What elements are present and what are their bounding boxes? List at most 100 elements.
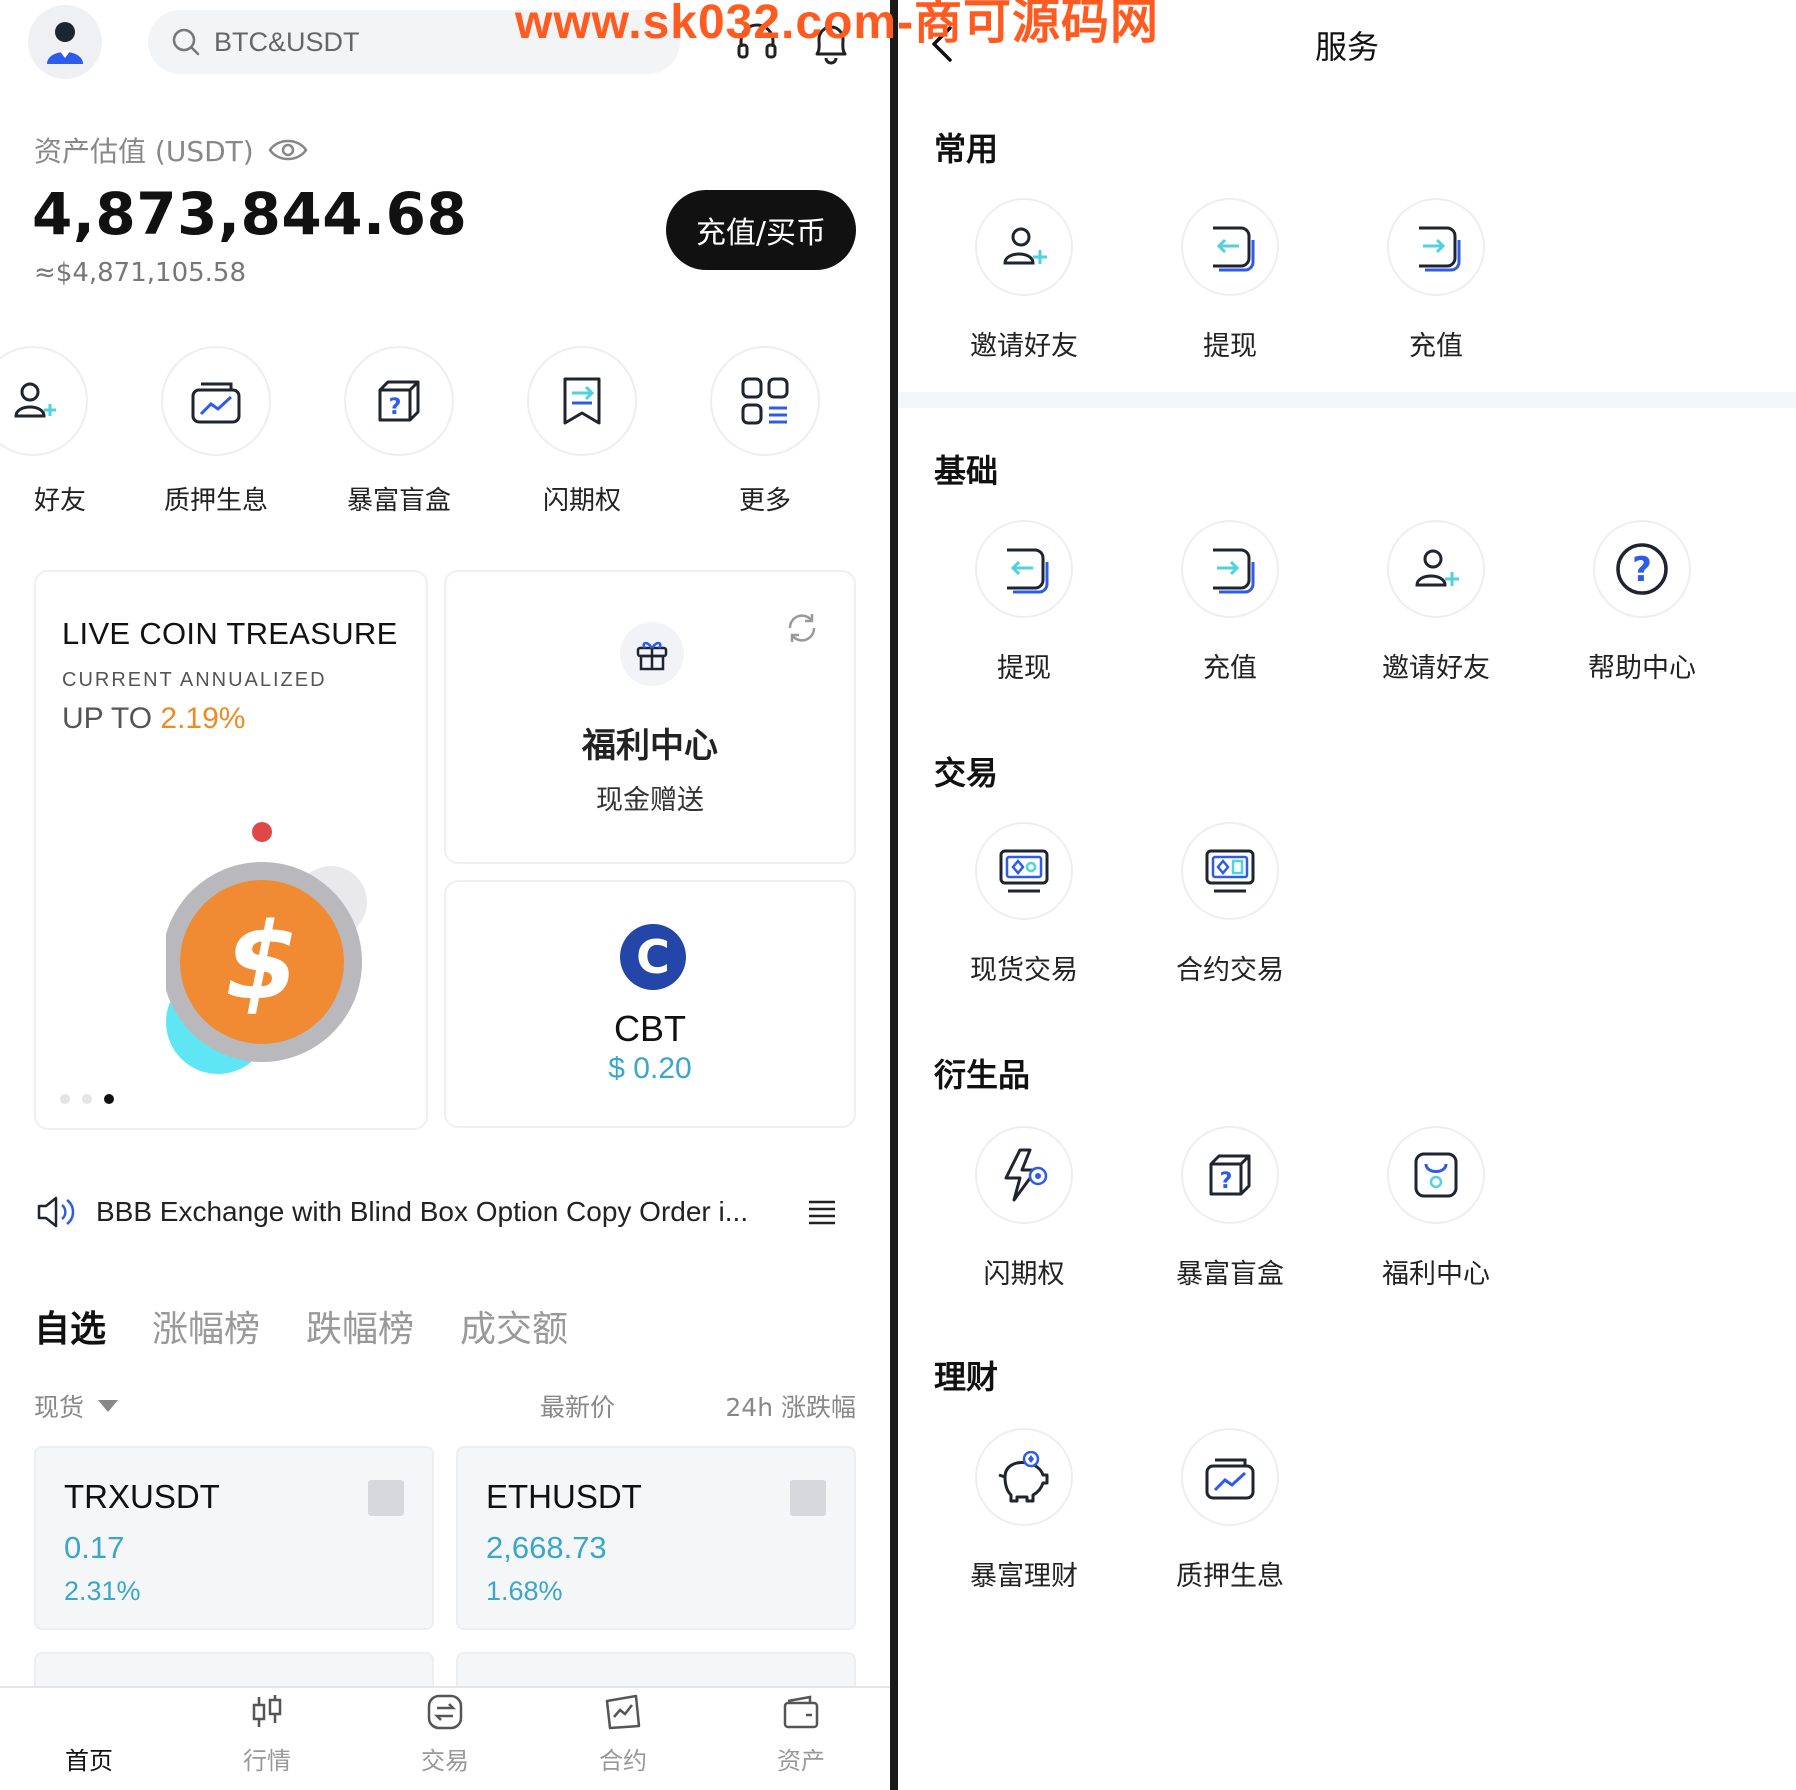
coin-symbol: CBT xyxy=(614,1008,686,1049)
carousel-dot xyxy=(82,1094,92,1104)
contract-chart-icon xyxy=(605,1694,641,1730)
gift-icon-wrap xyxy=(620,622,684,686)
invite-friend-icon xyxy=(14,382,56,418)
nav-market[interactable]: 行情 xyxy=(178,1688,356,1790)
market-symbol: TRXUSDT xyxy=(64,1478,220,1515)
panel-divider xyxy=(890,0,898,1790)
search-placeholder: BTC&USDT xyxy=(214,26,360,57)
service-invite-friends[interactable]: 邀请好友 xyxy=(934,198,1114,363)
favorite-checkbox[interactable] xyxy=(790,1480,826,1516)
invite-friend-icon xyxy=(1003,227,1047,265)
service-label: 福利中心 xyxy=(1382,1259,1490,1290)
section-title-derivatives: 衍生品 xyxy=(934,1056,1031,1094)
service-circle xyxy=(975,1126,1073,1224)
tab-losers[interactable]: 跌幅榜 xyxy=(306,1300,414,1352)
service-invite-friends[interactable]: 邀请好友 xyxy=(1346,520,1526,685)
market-type-label: 现货 xyxy=(34,1393,85,1422)
eye-icon[interactable] xyxy=(268,136,308,164)
nav-contract-label: 合约 xyxy=(599,1747,647,1775)
gift-icon xyxy=(636,641,668,671)
avatar[interactable] xyxy=(28,5,102,79)
service-circle xyxy=(1181,1428,1279,1526)
welfare-title: 福利中心 xyxy=(582,726,718,766)
invite-friend-icon xyxy=(1415,549,1459,587)
service-circle xyxy=(975,1428,1073,1526)
more-grid-icon xyxy=(741,377,789,425)
quick-action-label: 更多 xyxy=(738,486,791,516)
service-circle xyxy=(1387,520,1485,618)
section-separator xyxy=(898,392,1796,408)
quick-action-circle xyxy=(527,346,637,456)
nav-assets[interactable]: 资产 xyxy=(712,1688,890,1790)
service-wealth-management[interactable]: 暴富理财 xyxy=(934,1428,1114,1593)
deposit-buy-button[interactable]: 充值/买币 xyxy=(666,190,856,270)
asset-approx-usd: ≈$4,871,105.58 xyxy=(34,258,246,288)
tab-favorites[interactable]: 自选 xyxy=(34,1300,106,1352)
quick-action-circle xyxy=(161,346,271,456)
withdraw-icon xyxy=(1213,226,1255,272)
service-flash-option[interactable]: 闪期权 xyxy=(934,1126,1114,1291)
service-help-center[interactable]: ? 帮助中心 xyxy=(1552,520,1732,685)
welfare-bag-icon xyxy=(1414,1152,1458,1198)
welfare-subtitle: 现金赠送 xyxy=(596,785,704,816)
quick-action-label: 暴富盲盒 xyxy=(346,486,451,516)
service-label: 合约交易 xyxy=(1176,955,1284,986)
announcement-bar[interactable]: BBB Exchange with Blind Box Option Copy … xyxy=(36,1188,846,1236)
quick-action-flash-option[interactable]: 闪期权 xyxy=(527,346,637,517)
service-label: 充值 xyxy=(1203,653,1257,684)
section-title-wealth: 理财 xyxy=(934,1358,999,1396)
service-label: 充值 xyxy=(1409,331,1463,362)
home-screen: BTC&USDT 资产估值 (USDT) 4,873,844.68 ≈$4,87… xyxy=(0,0,890,1790)
candlestick-icon xyxy=(252,1695,282,1727)
service-label: 质押生息 xyxy=(1176,1561,1284,1592)
service-label: 邀请好友 xyxy=(1382,653,1490,684)
market-type-dropdown[interactable]: 现货 xyxy=(34,1388,120,1424)
deposit-icon xyxy=(1213,548,1255,594)
nav-trade-label: 交易 xyxy=(421,1747,469,1775)
service-circle xyxy=(975,822,1073,920)
asset-label: 资产估值 (USDT) xyxy=(34,130,308,170)
service-staking[interactable]: 质押生息 xyxy=(1140,1428,1320,1593)
quick-action-more[interactable]: 更多 xyxy=(710,346,820,517)
market-card[interactable]: ETHUSDT 2,668.73 1.68% xyxy=(456,1446,856,1630)
service-deposit[interactable]: 充值 xyxy=(1140,520,1320,685)
service-blind-box[interactable]: ? 暴富盲盒 xyxy=(1140,1126,1320,1291)
service-futures-trading[interactable]: 合约交易 xyxy=(1140,822,1320,987)
coin-price: $ 0.20 xyxy=(608,1052,692,1085)
quick-action-staking[interactable]: 质押生息 xyxy=(161,346,271,517)
service-circle xyxy=(1387,198,1485,296)
service-welfare-center[interactable]: 福利中心 xyxy=(1346,1126,1526,1291)
quick-action-circle xyxy=(710,346,820,456)
tab-volume[interactable]: 成交额 xyxy=(460,1300,568,1352)
treasure-rate-value: 2.19% xyxy=(160,702,246,735)
nav-home[interactable]: 首页 xyxy=(0,1688,178,1790)
tab-gainers[interactable]: 涨幅榜 xyxy=(152,1300,260,1352)
quick-action-invite[interactable]: 好友 xyxy=(0,346,88,517)
nav-contract[interactable]: 合约 xyxy=(534,1688,712,1790)
service-circle: ? xyxy=(1593,520,1691,618)
nav-assets-label: 资产 xyxy=(777,1747,825,1775)
coin-price-card[interactable]: C CBT $ 0.20 xyxy=(444,880,856,1128)
col-header-change: 24h 涨跌幅 xyxy=(725,1393,856,1422)
deposit-icon xyxy=(1419,226,1461,272)
flash-option-icon xyxy=(563,377,601,425)
market-card[interactable]: TRXUSDT 0.17 2.31% xyxy=(34,1446,434,1630)
quick-action-blind-box[interactable]: ? 暴富盲盒 xyxy=(344,346,454,517)
service-label: 邀请好友 xyxy=(970,331,1078,362)
services-screen: 服务 常用 邀请好友 提现 充值 基础 提现 充值 邀请好友 ? 帮助中心 交易… xyxy=(898,0,1796,1790)
service-label: 暴富理财 xyxy=(970,1561,1078,1592)
search-icon xyxy=(172,28,200,56)
announcement-text: BBB Exchange with Blind Box Option Copy … xyxy=(96,1196,749,1227)
refresh-icon[interactable] xyxy=(784,610,820,646)
service-deposit[interactable]: 充值 xyxy=(1346,198,1526,363)
service-withdraw[interactable]: 提现 xyxy=(934,520,1114,685)
nav-home-label: 首页 xyxy=(65,1747,113,1775)
list-menu-icon[interactable] xyxy=(806,1197,838,1227)
nav-trade[interactable]: 交易 xyxy=(356,1688,534,1790)
treasure-banner[interactable]: LIVE COIN TREASURE CURRENT ANNUALIZED UP… xyxy=(34,570,428,1130)
favorite-checkbox[interactable] xyxy=(368,1480,404,1516)
welfare-center-card[interactable]: 福利中心 现金赠送 xyxy=(444,570,856,864)
service-withdraw[interactable]: 提现 xyxy=(1140,198,1320,363)
service-spot-trading[interactable]: 现货交易 xyxy=(934,822,1114,987)
carousel-dots xyxy=(60,1094,114,1104)
